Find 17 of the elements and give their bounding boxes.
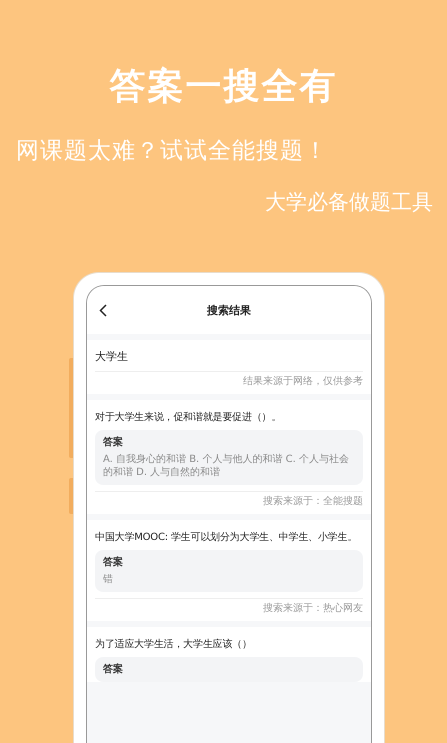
question-text: 为了适应大学生活，大学生应该（） <box>95 638 253 652</box>
answer-text: A. 自我身心的和谐 B. 个人与他人的和谐 C. 个人与社会的和谐 D. 人与自然的和谐 <box>103 453 350 479</box>
question-text: 中国大学MOOC: 学生可以划分为大学生、中学生、小学生。 <box>95 530 358 545</box>
tagline: 大学必备做题工具 <box>265 189 433 216</box>
search-query: 大学生 <box>95 340 363 372</box>
answer-label: 答案 <box>103 663 124 676</box>
subtitle: 网课题太难？试试全能搜题！ <box>16 137 329 166</box>
source-text: 搜索来源于：热心网友 <box>95 598 363 621</box>
disclaimer-text: 结果来源于网络，仅供参考 <box>242 374 363 389</box>
headline: 答案一搜全有 <box>108 65 338 109</box>
answer-label: 答案 <box>103 556 124 569</box>
back-icon[interactable] <box>99 304 107 317</box>
source-text: 搜索来源于：全能搜题 <box>95 491 363 514</box>
question-text: 对于大学生来说，促和谐就是要促进（）。 <box>95 410 282 425</box>
answer-label: 答案 <box>103 436 124 449</box>
screen-title: 搜索结果 <box>207 302 251 318</box>
answer-text: 错 <box>103 573 114 586</box>
